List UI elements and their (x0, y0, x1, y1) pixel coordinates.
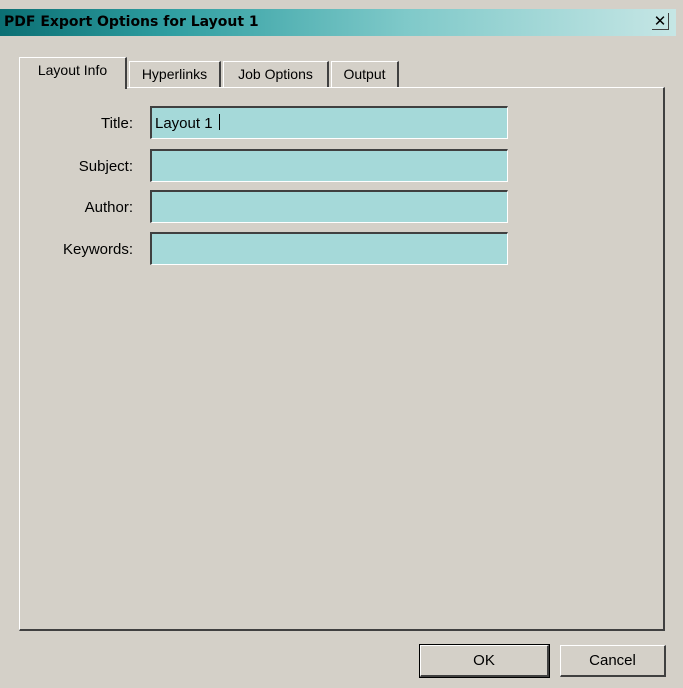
ok-label: OK (473, 652, 495, 669)
pdf-export-dialog: PDF Export Options for Layout 1 ✕ Layout… (0, 0, 683, 688)
cancel-label: Cancel (589, 652, 636, 669)
text-caret (219, 114, 220, 130)
ok-button[interactable]: OK (419, 644, 550, 678)
tab-hyperlinks[interactable]: Hyperlinks (129, 61, 221, 87)
keywords-field[interactable] (150, 232, 508, 265)
author-field[interactable] (150, 190, 508, 223)
dialog-title: PDF Export Options for Layout 1 (4, 14, 259, 30)
title-field[interactable] (150, 106, 508, 139)
cancel-button[interactable]: Cancel (560, 645, 666, 677)
tab-label: Hyperlinks (141, 66, 208, 82)
tab-output[interactable]: Output (331, 61, 399, 87)
tab-job-options[interactable]: Job Options (223, 61, 329, 87)
keywords-label: Keywords: (62, 241, 133, 258)
tab-layout-info[interactable]: Layout Info (19, 57, 127, 89)
author-label: Author: (84, 199, 133, 216)
tab-label: Output (343, 66, 386, 82)
subject-field[interactable] (150, 149, 508, 182)
title-bar[interactable]: PDF Export Options for Layout 1 ✕ (0, 9, 676, 36)
subject-label: Subject: (78, 158, 133, 175)
tab-label: Job Options (238, 66, 313, 82)
close-button[interactable]: ✕ (652, 13, 669, 30)
tab-label: Layout Info (37, 62, 108, 78)
close-icon: ✕ (653, 12, 667, 30)
title-label: Title: (101, 115, 133, 132)
